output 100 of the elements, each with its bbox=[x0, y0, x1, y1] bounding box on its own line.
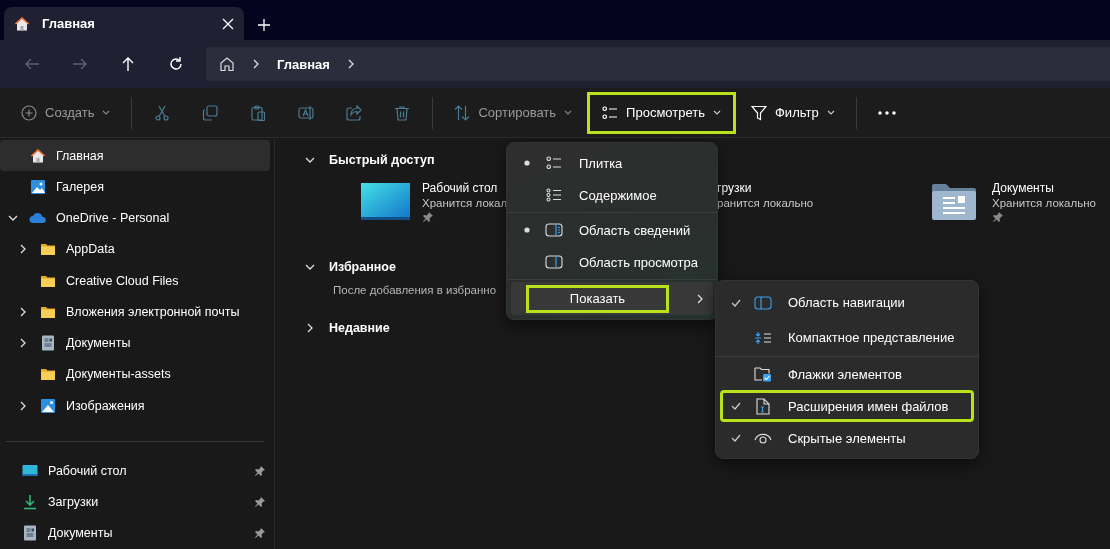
chevron-right-icon bbox=[695, 293, 705, 304]
preview-pane-icon bbox=[545, 255, 563, 269]
file-icon bbox=[756, 397, 770, 415]
home-icon bbox=[30, 147, 46, 164]
details-pane-icon bbox=[545, 223, 563, 237]
menu-label: Расширения имен файлов bbox=[788, 398, 949, 414]
home-icon bbox=[14, 15, 30, 32]
menu-label: Показать bbox=[526, 284, 669, 313]
close-icon[interactable] bbox=[222, 17, 234, 30]
sidebar-label: Документы-assets bbox=[66, 367, 172, 382]
caret-icon bbox=[564, 109, 573, 116]
sidebar-label: Загрузки bbox=[48, 495, 100, 510]
caret-icon bbox=[713, 109, 721, 116]
cloud-icon bbox=[29, 212, 47, 225]
list-view-icon bbox=[546, 188, 562, 202]
sort-arrows-icon bbox=[454, 104, 471, 121]
sidebar-item[interactable]: Документы-assets bbox=[0, 358, 270, 390]
desktop-icon bbox=[22, 463, 38, 478]
up-arrow-icon[interactable] bbox=[120, 56, 136, 72]
menu-label: Область сведений bbox=[579, 222, 691, 238]
menu-item[interactable]: Показать bbox=[511, 282, 713, 315]
sidebar-item[interactable]: OneDrive - Personal bbox=[0, 202, 270, 234]
folder-checkbox-icon bbox=[754, 366, 772, 382]
menu-item[interactable]: Скрытые элементы bbox=[720, 422, 974, 454]
folder-icon bbox=[40, 304, 56, 319]
plus-circle-icon bbox=[21, 104, 37, 121]
sidebar-item[interactable]: AppData bbox=[0, 233, 270, 265]
sidebar-label: Галерея bbox=[56, 179, 105, 194]
menu-label: Компактное представление bbox=[788, 330, 955, 345]
eye-icon bbox=[754, 432, 772, 444]
address-bar[interactable]: Главная bbox=[206, 47, 1110, 81]
sidebar-item[interactable]: Изображения bbox=[0, 390, 270, 422]
tile-status: Хранится локал bbox=[422, 197, 508, 209]
folder-icon bbox=[40, 242, 56, 257]
breadcrumb[interactable]: Главная bbox=[277, 56, 330, 72]
navigation-pane-icon bbox=[754, 295, 772, 310]
sidebar-item[interactable]: Creative Cloud Files bbox=[0, 265, 270, 297]
more-icon[interactable] bbox=[877, 110, 896, 115]
sidebar-item[interactable]: Загрузки bbox=[0, 486, 270, 518]
section-header[interactable]: Быстрый доступ bbox=[305, 144, 435, 175]
sidebar-item[interactable]: Рабочий стол bbox=[0, 455, 270, 487]
folder-icon bbox=[40, 367, 56, 382]
section-header[interactable]: Избранное bbox=[305, 251, 396, 282]
document-icon bbox=[41, 335, 55, 352]
sidebar-label: Документы bbox=[48, 526, 114, 541]
compact-view-icon bbox=[754, 330, 772, 345]
sidebar-label: Документы bbox=[66, 336, 132, 351]
sidebar-label: OneDrive - Personal bbox=[56, 211, 171, 226]
image-icon bbox=[40, 397, 56, 414]
chevron-right-icon bbox=[305, 322, 315, 333]
filter-icon bbox=[751, 104, 767, 121]
download-icon bbox=[23, 494, 37, 511]
view-button[interactable]: Просмотреть bbox=[587, 91, 736, 134]
list-view-icon bbox=[602, 105, 619, 120]
menu-item[interactable]: Плитка bbox=[511, 147, 713, 179]
sidebar-item[interactable]: Галерея bbox=[0, 171, 270, 203]
menu-label: Область просмотра bbox=[579, 254, 698, 270]
menu-item[interactable]: Флажки элементов bbox=[720, 358, 974, 390]
caret-icon bbox=[826, 109, 835, 116]
menu-item[interactable]: Область сведений bbox=[511, 214, 713, 246]
refresh-icon[interactable] bbox=[168, 56, 184, 72]
sidebar-label: Рабочий стол bbox=[48, 463, 128, 478]
tab[interactable]: Главная bbox=[4, 7, 244, 40]
home-icon bbox=[219, 56, 235, 72]
menu-item[interactable]: Область просмотра bbox=[511, 246, 713, 278]
sidebar-item[interactable]: Документы bbox=[0, 517, 270, 549]
sidebar-item[interactable]: Вложения электронной почты bbox=[0, 296, 270, 328]
menu-label: Скрытые элементы bbox=[788, 430, 906, 446]
tiles-view-icon bbox=[546, 156, 562, 170]
sidebar-label: Главная bbox=[56, 148, 105, 163]
sidebar-label: Вложения электронной почты bbox=[66, 304, 241, 319]
sidebar-item[interactable]: Документы bbox=[0, 327, 270, 359]
document-icon bbox=[23, 525, 37, 542]
chevron-right-icon bbox=[251, 59, 261, 69]
section-header[interactable]: Недавние bbox=[305, 312, 390, 343]
sidebar-item[interactable]: Главная bbox=[0, 140, 270, 172]
menu-label: Флажки элементов bbox=[788, 366, 902, 382]
plus-icon[interactable] bbox=[258, 19, 270, 31]
menu-label: Область навигации bbox=[788, 295, 905, 310]
tile-name: Документы bbox=[992, 181, 1055, 195]
sidebar-label: AppData bbox=[66, 242, 116, 257]
tile-status: ранится локально bbox=[717, 197, 814, 209]
sidebar-label: Creative Cloud Files bbox=[66, 273, 180, 288]
caret-icon bbox=[102, 109, 111, 116]
empty-message: После добавления в избранно bbox=[332, 284, 498, 296]
filter-button[interactable]: Фильтр bbox=[736, 94, 850, 131]
menu-item[interactable]: Компактное представление bbox=[720, 320, 974, 355]
sidebar-label: Изображения bbox=[66, 398, 146, 413]
tile-name: грузки bbox=[717, 181, 753, 195]
menu-item[interactable]: Содержимое bbox=[511, 179, 713, 211]
desktop-icon bbox=[361, 182, 410, 220]
menu-item[interactable]: Расширения имен файлов bbox=[720, 390, 974, 422]
documents-folder-icon bbox=[931, 182, 977, 220]
menu-label: Содержимое bbox=[579, 187, 657, 203]
menu-item[interactable]: Область навигации bbox=[720, 285, 974, 320]
menu-label: Плитка bbox=[579, 155, 623, 171]
folder-icon bbox=[40, 273, 56, 288]
tab-title: Главная bbox=[42, 16, 95, 31]
gallery-icon bbox=[30, 178, 46, 195]
tile-status: Хранится локально bbox=[992, 197, 1096, 209]
